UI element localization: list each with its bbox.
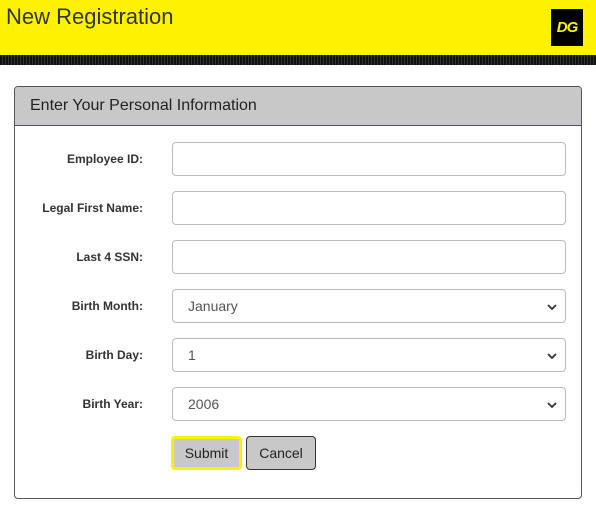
birth-month-row: Birth Month: January (15, 289, 581, 323)
logo-text: DG (556, 19, 578, 36)
header-bar: New Registration DG (0, 0, 596, 55)
chevron-down-icon (547, 402, 557, 409)
birth-day-value: 1 (188, 347, 196, 363)
chevron-down-icon (547, 304, 557, 311)
chevron-down-icon (547, 353, 557, 360)
birth-year-label: Birth Year: (82, 397, 143, 411)
employee-id-row: Employee ID: (15, 142, 581, 176)
first-name-input[interactable] (172, 191, 566, 225)
birth-day-label: Birth Day: (85, 348, 143, 362)
panel-heading: Enter Your Personal Information (15, 87, 581, 126)
registration-panel: Enter Your Personal Information Employee… (14, 86, 582, 499)
submit-button[interactable]: Submit (171, 436, 242, 470)
employee-id-input[interactable] (172, 142, 566, 176)
dg-logo: DG (551, 9, 583, 46)
birth-year-select[interactable]: 2006 (172, 387, 566, 421)
cancel-button[interactable]: Cancel (246, 436, 316, 470)
ssn-input[interactable] (172, 240, 566, 274)
button-row: Submit Cancel (15, 436, 581, 470)
birth-year-row: Birth Year: 2006 (15, 387, 581, 421)
birth-day-select[interactable]: 1 (172, 338, 566, 372)
header-divider (0, 55, 596, 65)
birth-year-value: 2006 (188, 396, 220, 412)
page-title: New Registration (6, 4, 174, 29)
birth-month-select[interactable]: January (172, 289, 566, 323)
ssn-label: Last 4 SSN: (76, 250, 143, 264)
panel-title: Enter Your Personal Information (30, 97, 257, 114)
birth-day-row: Birth Day: 1 (15, 338, 581, 372)
ssn-row: Last 4 SSN: (15, 240, 581, 274)
first-name-label: Legal First Name: (42, 201, 143, 215)
first-name-row: Legal First Name: (15, 191, 581, 225)
employee-id-label: Employee ID: (66, 152, 143, 166)
birth-month-value: January (188, 298, 238, 314)
birth-month-label: Birth Month: (71, 299, 143, 313)
